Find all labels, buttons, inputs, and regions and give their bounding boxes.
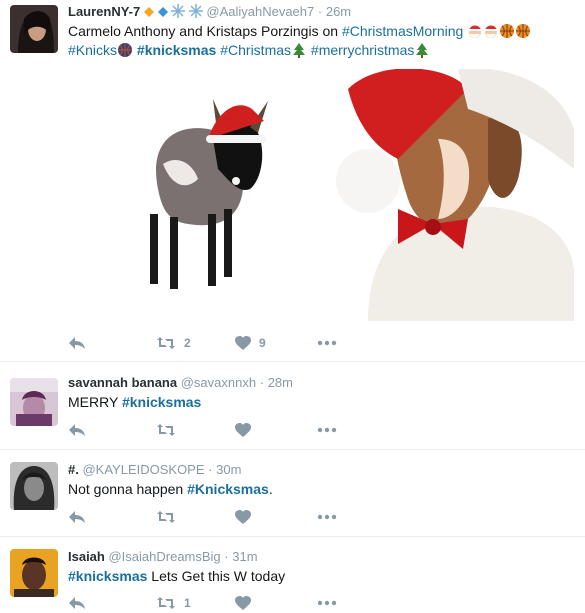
diamond-icon	[157, 5, 168, 20]
tweet-photo[interactable]	[68, 69, 574, 321]
like-button[interactable]	[235, 423, 317, 437]
more-icon	[317, 340, 337, 346]
like-button[interactable]: 9	[235, 336, 317, 350]
hashtag-link[interactable]: #knicksmas	[137, 42, 216, 58]
tweet-actions	[68, 420, 337, 440]
separator-dot: ·	[224, 549, 229, 564]
handle[interactable]: @AaliyahNevaeh7	[206, 4, 314, 19]
retweet-icon	[157, 424, 175, 436]
reply-button[interactable]	[68, 336, 156, 350]
handle[interactable]: @savaxnnxh	[181, 375, 256, 390]
basketball-icon	[515, 23, 531, 39]
like-icon	[235, 510, 251, 524]
more-button[interactable]	[317, 514, 337, 520]
hashtag-link[interactable]: #Christmas	[220, 42, 291, 58]
tweet-header: Isaiah @IsaiahDreamsBig · 31m	[68, 549, 258, 564]
tweet-isaiah: Isaiah @IsaiahDreamsBig · 31m #knicksmas…	[0, 537, 585, 613]
tweet-text-plain: MERRY	[68, 394, 122, 410]
tweet-text-plain: Carmelo Anthony and Kristaps Porzingis o…	[68, 23, 342, 39]
avatar[interactable]	[10, 5, 58, 53]
more-button[interactable]	[317, 600, 337, 606]
christmas-tree-icon	[291, 42, 307, 58]
tweet-actions: 2 9	[68, 333, 337, 353]
reply-icon	[69, 337, 85, 349]
reply-icon	[69, 511, 85, 523]
reply-icon	[69, 424, 85, 436]
retweet-button[interactable]	[156, 423, 235, 437]
tweet-text-plain: Lets Get this W today	[147, 568, 286, 584]
display-name[interactable]: savannah banana	[68, 375, 177, 390]
display-name[interactable]: LaurenNY-7	[68, 4, 140, 19]
basketball-icon	[117, 42, 133, 58]
like-button[interactable]	[235, 596, 317, 610]
retweet-icon	[157, 337, 175, 349]
separator-dot: ·	[259, 375, 265, 390]
avatar[interactable]	[10, 462, 58, 510]
retweet-button[interactable]	[156, 510, 235, 524]
more-icon	[317, 600, 337, 606]
tweet-laurenny7: LaurenNY-7 @AaliyahNevaeh7 · 26m Carmelo…	[0, 0, 585, 362]
like-count: 9	[259, 336, 266, 350]
tweet-header: LaurenNY-7 @AaliyahNevaeh7 · 26m	[68, 4, 351, 21]
avatar[interactable]	[10, 378, 58, 426]
retweet-count: 2	[184, 336, 191, 350]
christmas-tree-icon	[414, 42, 430, 58]
retweet-icon	[157, 597, 175, 609]
basketball-icon	[499, 23, 515, 39]
reply-button[interactable]	[68, 596, 156, 610]
more-icon	[317, 427, 337, 433]
more-button[interactable]	[317, 427, 337, 433]
hashtag-link[interactable]: #knicksmas	[122, 394, 201, 410]
diamond-icon	[143, 5, 154, 20]
reply-button[interactable]	[68, 510, 156, 524]
handle[interactable]: @KAYLEIDOSKOPE	[82, 462, 204, 477]
tweet-header: #. @KAYLEIDOSKOPE · 30m	[68, 462, 241, 477]
separator-dot: ·	[208, 462, 213, 477]
retweet-icon	[157, 511, 175, 523]
santa-icon	[483, 23, 499, 39]
timestamp[interactable]: 31m	[232, 549, 257, 564]
display-name[interactable]: #.	[68, 462, 79, 477]
retweet-count: 1	[184, 596, 191, 610]
hashtag-link[interactable]: #ChristmasMorning	[342, 23, 463, 39]
more-icon	[317, 514, 337, 520]
tweet-text-plain: .	[268, 481, 273, 497]
avatar[interactable]	[10, 549, 58, 597]
display-name[interactable]: Isaiah	[68, 549, 105, 564]
like-icon	[235, 423, 251, 437]
timestamp[interactable]: 26m	[326, 4, 351, 19]
santa-icon	[467, 23, 483, 39]
tweet-savannah: savannah banana @savaxnnxh · 28m MERRY #…	[0, 362, 585, 450]
like-button[interactable]	[235, 510, 317, 524]
hashtag-link[interactable]: #merrychristmas	[311, 42, 414, 58]
timestamp[interactable]: 28m	[268, 375, 293, 390]
retweet-button[interactable]: 1	[156, 596, 235, 610]
reply-icon	[69, 597, 85, 609]
tweet-text: #knicksmas Lets Get this W today	[68, 567, 285, 586]
more-button[interactable]	[317, 340, 337, 346]
like-icon	[235, 336, 251, 350]
tweet-text-line2: #Knicks #knicksmas #Christmas #merrychri…	[68, 41, 430, 60]
snowflake-icon	[188, 4, 203, 21]
hashtag-link[interactable]: #Knicks	[68, 42, 117, 58]
timestamp[interactable]: 30m	[216, 462, 241, 477]
tweet-kayleidoskope: #. @KAYLEIDOSKOPE · 30m Not gonna happen…	[0, 450, 585, 537]
snowflake-icon	[171, 4, 186, 21]
like-icon	[235, 596, 251, 610]
hashtag-link[interactable]: #knicksmas	[68, 568, 147, 584]
tweet-text: Not gonna happen #Knicksmas.	[68, 480, 273, 499]
separator-dot: ·	[317, 4, 323, 19]
handle[interactable]: @IsaiahDreamsBig	[108, 549, 220, 564]
hashtag-link[interactable]: #Knicksmas	[187, 481, 269, 497]
tweet-text: Carmelo Anthony and Kristaps Porzingis o…	[68, 22, 531, 41]
tweet-actions	[68, 507, 337, 527]
tweet-header: savannah banana @savaxnnxh · 28m	[68, 375, 293, 390]
tweet-text-plain: Not gonna happen	[68, 481, 188, 497]
tweet-text: MERRY #knicksmas	[68, 393, 201, 412]
tweet-actions: 1	[68, 593, 337, 613]
reply-button[interactable]	[68, 423, 156, 437]
retweet-button[interactable]: 2	[156, 336, 235, 350]
